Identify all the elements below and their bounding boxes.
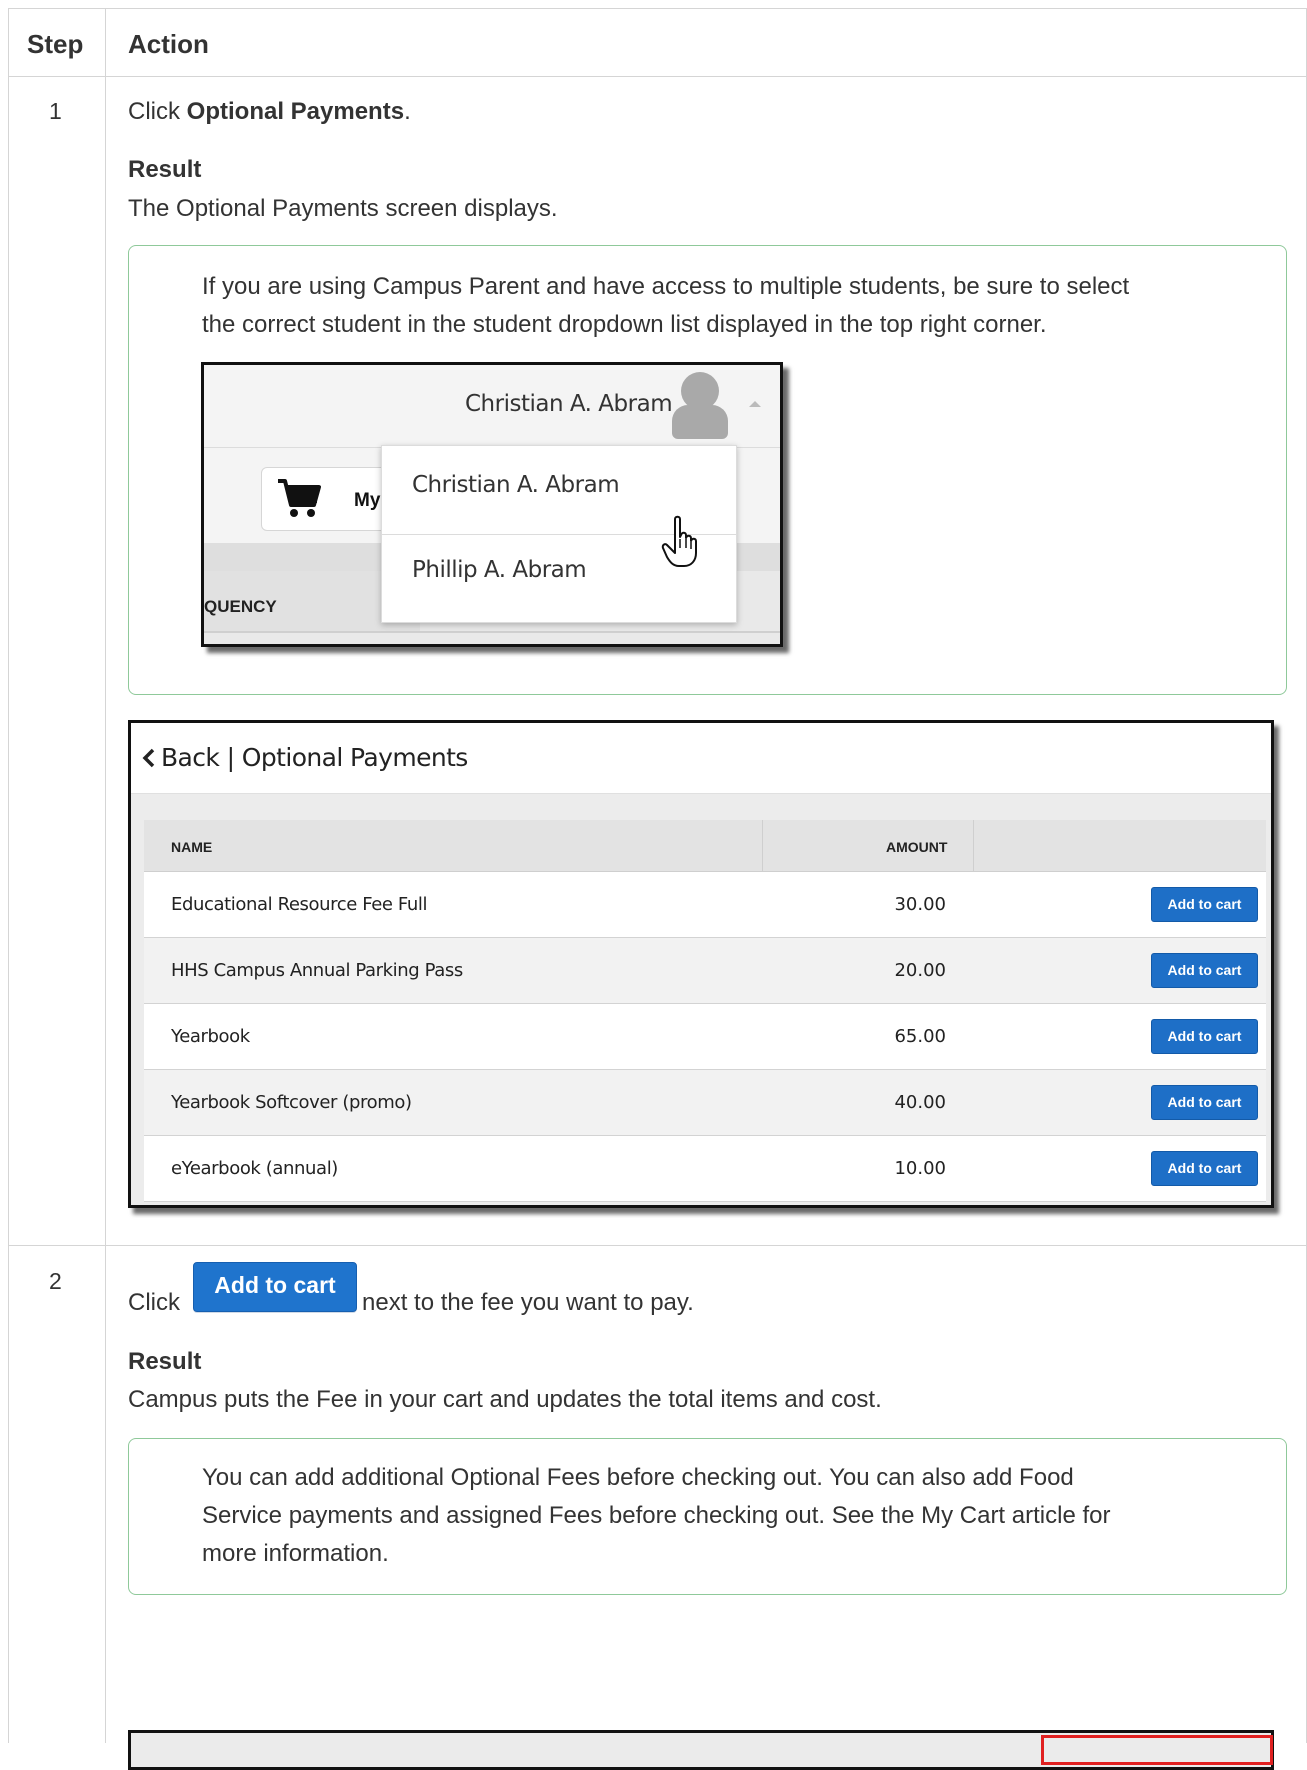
fee-name: HHS Campus Annual Parking Pass	[171, 960, 463, 981]
column-divider	[973, 820, 974, 871]
add-to-cart-button[interactable]: Add to cart	[1151, 1085, 1258, 1120]
note-line: If you are using Campus Parent and have …	[202, 273, 1130, 300]
table-header: NAME AMOUNT	[144, 820, 1266, 872]
student-dropdown-screenshot: Christian A. Abram My QUENCY Christian A…	[201, 362, 783, 647]
add-to-cart-button[interactable]: Add to cart	[1151, 953, 1258, 988]
avatar-icon-body	[672, 405, 728, 439]
fee-amount: 65.00	[894, 1026, 946, 1047]
step-number: 1	[49, 98, 62, 124]
fee-name: Yearbook	[171, 1026, 250, 1047]
note-line: the correct student in the student dropd…	[202, 311, 1047, 338]
my-cart-label: My	[354, 490, 381, 511]
fee-amount: 20.00	[894, 960, 946, 981]
shopping-cart-icon	[278, 479, 321, 517]
hand-pointer-icon	[661, 515, 697, 567]
step-number: 2	[49, 1268, 62, 1294]
frequency-column-header: QUENCY	[204, 597, 277, 616]
result-label: Result	[128, 156, 202, 183]
note-line: You can add additional Optional Fees bef…	[202, 1464, 1074, 1491]
header-step: Step	[27, 29, 84, 59]
cart-screenshot	[128, 1730, 1274, 1770]
add-to-cart-button[interactable]: Add to cart	[1151, 1151, 1258, 1186]
note-line: more information.	[202, 1540, 389, 1567]
fee-amount: 10.00	[894, 1158, 946, 1179]
back-link[interactable]: Back | Optional Payments	[141, 743, 468, 772]
page-header: Back | Optional Payments	[131, 723, 1271, 794]
student-option[interactable]: Phillip A. Abram	[412, 557, 587, 583]
fee-name: Educational Resource Fee Full	[171, 894, 428, 915]
optional-payments-link-text: Optional Payments	[186, 98, 405, 125]
result-text: Campus puts the Fee in your cart and upd…	[128, 1386, 882, 1413]
table-row: eYearbook (annual) 10.00 Add to cart	[144, 1136, 1266, 1202]
caret-up-icon[interactable]	[749, 401, 761, 407]
table-row: Yearbook 65.00 Add to cart	[144, 1004, 1266, 1070]
table-row: Educational Resource Fee Full 30.00 Add …	[144, 872, 1266, 938]
column-divider	[762, 820, 763, 871]
chevron-left-icon	[142, 748, 155, 768]
fee-name: eYearbook (annual)	[171, 1158, 338, 1179]
fee-name: Yearbook Softcover (promo)	[171, 1092, 412, 1113]
add-to-cart-button[interactable]: Add to cart	[193, 1262, 357, 1312]
fee-amount: 40.00	[894, 1092, 946, 1113]
highlight-box	[1041, 1735, 1273, 1765]
add-to-cart-button[interactable]: Add to cart	[1151, 1019, 1258, 1054]
result-label: Result	[128, 1348, 202, 1375]
table-column-divider	[105, 8, 106, 1743]
step-row-divider	[8, 1245, 1307, 1246]
fee-amount: 30.00	[894, 894, 946, 915]
page-title: Back | Optional Payments	[161, 743, 468, 772]
name-column-header: NAME	[171, 839, 213, 855]
table-top-border	[8, 8, 1307, 9]
table-row: Yearbook Softcover (promo) 40.00 Add to …	[144, 1070, 1266, 1136]
result-text: The Optional Payments screen displays.	[128, 195, 558, 222]
note-box: You can add additional Optional Fees bef…	[128, 1438, 1287, 1595]
header-row-divider	[8, 76, 1307, 77]
table-row: HHS Campus Annual Parking Pass 20.00 Add…	[144, 938, 1266, 1004]
add-to-cart-button[interactable]: Add to cart	[1151, 887, 1258, 922]
note-line: Service payments and assigned Fees befor…	[202, 1502, 1111, 1529]
optional-payments-screenshot: Back | Optional Payments NAME AMOUNT Edu…	[128, 720, 1274, 1208]
step-instruction-suffix: next to the fee you want to pay.	[362, 1289, 694, 1316]
student-option[interactable]: Christian A. Abram	[412, 472, 620, 498]
selected-student-name[interactable]: Christian A. Abram	[465, 391, 673, 417]
amount-column-header: AMOUNT	[886, 839, 948, 855]
table-left-border	[8, 8, 9, 1743]
header-action: Action	[128, 29, 209, 59]
table-line	[204, 631, 780, 633]
step-instruction: Click Optional Payments.	[128, 98, 411, 125]
step-instruction-prefix: Click	[128, 1289, 180, 1316]
